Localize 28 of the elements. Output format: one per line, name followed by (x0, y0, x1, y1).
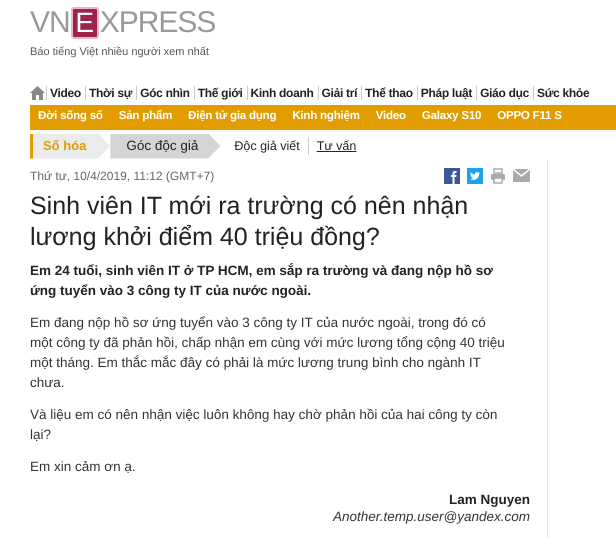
nav-link[interactable]: Giải trí (318, 86, 360, 100)
nav-link[interactable]: Pháp luật (416, 86, 476, 100)
nav-link[interactable]: Kinh doanh (246, 86, 317, 100)
print-icon[interactable] (490, 168, 506, 184)
article-paragraph: Em xin cảm ơn ạ. (30, 458, 137, 476)
home-icon[interactable] (30, 86, 45, 100)
author-name: Lam Nguyen (448, 490, 530, 508)
article-title: Sinh viên IT mới ra trường có nên nhận lương khởi điểm 40 triệu đồng? (30, 190, 470, 252)
tagline: Báo tiếng Việt nhiều người xem nhất (30, 45, 210, 60)
breadcrumb-link[interactable]: Góc độc giả (110, 134, 220, 158)
nav-link[interactable]: Thể thao (361, 86, 416, 100)
twitter-icon[interactable] (467, 168, 483, 184)
article-paragraph: Em đang nộp hồ sơ ứng tuyển vào 3 công ty IT của nước ngoài, trong đó có một công ty đã phản hồi, chấp nhận em cùng với mức lương tổng cộng 40 triệu một tháng. Em thắc mắc đây có phải là mức lương trung bình cho ngành IT chưa. (30, 314, 506, 392)
breadcrumb-link[interactable]: Độc giả viết (226, 136, 308, 156)
article-lead: Em 24 tuổi, sinh viên IT ở TP HCM, em sắp ra trường và đang nộp hồ sơ ứng tuyển vào 3 công ty IT của nước ngoài. (30, 262, 494, 300)
nav-link[interactable]: Góc nhìn (136, 86, 193, 100)
publish-date: Thứ tư, 10/4/2019, 11:12 (GMT+7) (30, 168, 214, 184)
nav-link[interactable]: Thời sự (84, 86, 136, 100)
facebook-icon[interactable] (444, 168, 460, 184)
article-paragraph: Và liệu em có nên nhận việc luôn không hay chờ phản hồi của hai công ty còn lại? (30, 406, 498, 444)
nav-link[interactable]: Sức khỏe (533, 86, 592, 100)
nav-link[interactable]: Thế giới (194, 86, 246, 100)
author-email: Another.temp.user@yandex.com (332, 508, 530, 524)
nav-link[interactable]: Giáo dục (476, 86, 532, 100)
mail-icon[interactable] (513, 169, 530, 182)
breadcrumb-link[interactable]: Tư vấn (308, 136, 364, 156)
nav-link[interactable]: Video (46, 86, 84, 100)
logo-mark[interactable]: E (70, 7, 99, 39)
